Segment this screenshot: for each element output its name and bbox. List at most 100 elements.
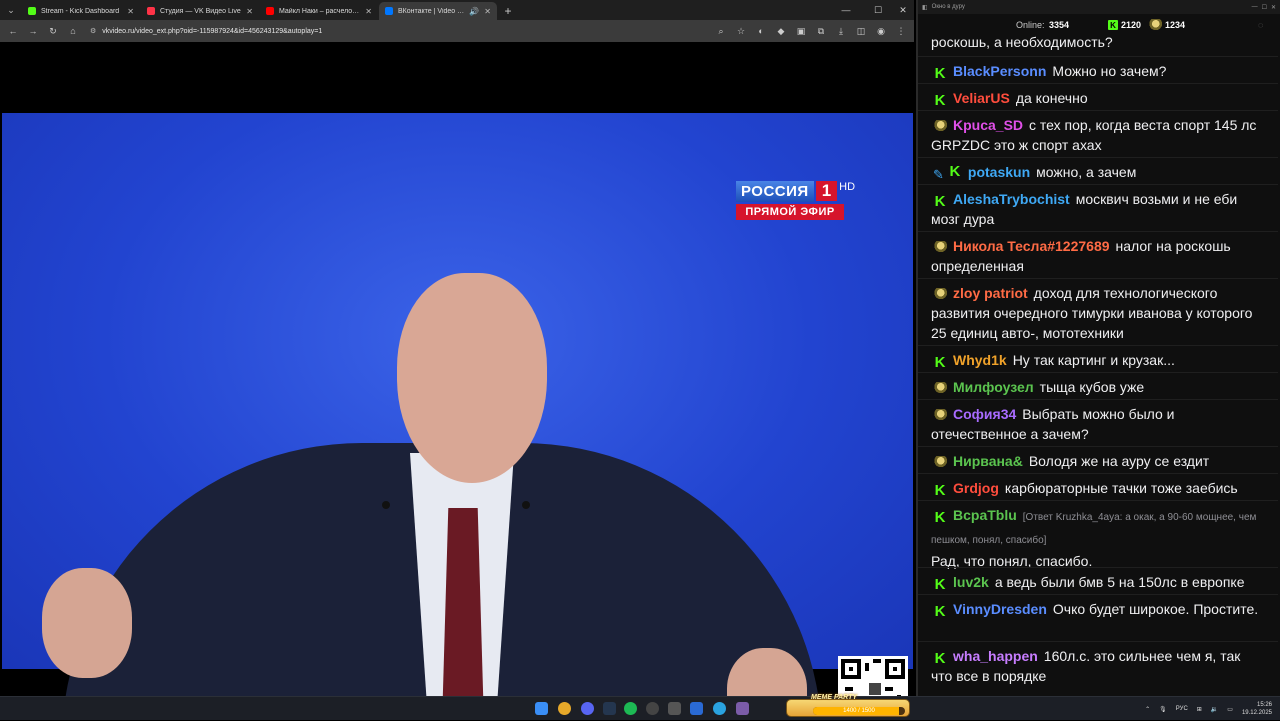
clock[interactable]: 15:26 19.12.2025 bbox=[1242, 701, 1272, 717]
tab-youtube[interactable]: Майкл Наки – расчеловечивание ✕ bbox=[260, 2, 378, 20]
user-badges bbox=[933, 241, 947, 253]
lapel-mic-icon bbox=[522, 501, 530, 509]
chat-message-text: Ну так картинг и крузак... bbox=[1012, 352, 1175, 368]
chat-message: Милфоузел тыща кубов уже bbox=[918, 372, 1278, 401]
chat-username[interactable]: Никола Тесла#1227689 bbox=[953, 238, 1110, 254]
meme-party-widget[interactable]: MEME PARTY 1400 / 1500 bbox=[786, 694, 910, 717]
tab-list-button[interactable]: ⌄ bbox=[0, 0, 22, 20]
audio-icon[interactable]: 🔊 bbox=[469, 7, 479, 16]
user-badges: K bbox=[933, 603, 947, 620]
close-icon[interactable]: ✕ bbox=[1271, 4, 1276, 11]
chat-username[interactable]: BlackPersonn bbox=[953, 63, 1046, 79]
clock-date: 19.12.2025 bbox=[1241, 710, 1272, 716]
youtube-favicon-icon bbox=[266, 7, 274, 15]
chat-stats-bar: Online: 3354 K 2120 1234 ◌ bbox=[918, 14, 1280, 36]
mic-icon[interactable]: 🎙 bbox=[1159, 706, 1167, 713]
tab-vk-studio[interactable]: Студия — VK Видео Live ✕ bbox=[141, 2, 259, 20]
download-icon[interactable]: ⤓ bbox=[832, 22, 850, 40]
telegram-icon[interactable] bbox=[713, 702, 726, 715]
close-tab-icon[interactable]: ✕ bbox=[246, 7, 253, 16]
extensions-puzzle-icon[interactable]: ⧉ bbox=[812, 22, 830, 40]
split-view-icon[interactable]: ◫ bbox=[852, 22, 870, 40]
spotify-icon[interactable] bbox=[624, 702, 637, 715]
start-icon[interactable] bbox=[535, 702, 548, 715]
chat-username[interactable]: AleshaTrybochist bbox=[953, 191, 1070, 207]
battery-icon[interactable]: ▭ bbox=[1227, 706, 1233, 713]
chat-username[interactable]: potaskun bbox=[968, 164, 1030, 180]
lapel-mic-icon bbox=[382, 501, 390, 509]
kick-badge-icon: K bbox=[933, 603, 947, 620]
chat-username[interactable]: luv2k bbox=[953, 574, 989, 590]
chat-username[interactable]: VinnyDresden bbox=[953, 601, 1047, 617]
settings-icon[interactable]: ◌ bbox=[1258, 20, 1263, 30]
chat-username[interactable]: Whyd1k bbox=[953, 352, 1007, 368]
meme-party-progress: 1400 / 1500 bbox=[813, 707, 905, 715]
kick-badge-icon: K bbox=[933, 482, 947, 499]
menu-icon[interactable]: ⋮ bbox=[892, 22, 910, 40]
chat-username[interactable]: VeliarUS bbox=[953, 90, 1010, 106]
user-badges bbox=[933, 382, 947, 394]
chat-username[interactable]: Милфоузел bbox=[953, 379, 1034, 395]
kick-badge-icon: K bbox=[933, 650, 947, 667]
chat-message-text: Володя же на ауру се ездит bbox=[1028, 453, 1210, 469]
video-player[interactable]: РОССИЯ 1 HD ПРЯМОЙ ЭФИР bbox=[0, 43, 914, 696]
volume-icon[interactable]: 🔉 bbox=[1211, 706, 1218, 713]
maximize-button[interactable]: ☐ bbox=[865, 0, 891, 20]
tab-kick-dashboard[interactable]: Stream - Kick Dashboard ✕ bbox=[22, 2, 140, 20]
close-window-button[interactable]: ✕ bbox=[890, 0, 916, 20]
chat-message: Kpuca_SD с тех пор, когда веста спорт 145… bbox=[918, 110, 1278, 159]
chat-username[interactable]: Grdjog bbox=[953, 480, 999, 496]
obs-icon[interactable] bbox=[646, 702, 659, 715]
chat-message-list[interactable]: роскошь, а необходимость? K BlackPersonn М… bbox=[918, 36, 1280, 696]
user-badges: K bbox=[933, 354, 947, 371]
speaker-head bbox=[397, 273, 547, 483]
extension-icon[interactable]: ◆ bbox=[772, 22, 790, 40]
kick-badge-icon: K bbox=[947, 163, 962, 180]
chat-titlebar: ◧ Окно в дуру — ☐ ✕ bbox=[918, 0, 1280, 14]
chat-username[interactable]: Нирвана& bbox=[953, 453, 1023, 469]
speaker-tie bbox=[442, 508, 484, 696]
tab-title: Stream - Kick Dashboard bbox=[41, 7, 120, 15]
site-info-icon[interactable]: ⚙ bbox=[90, 27, 96, 35]
close-tab-icon[interactable]: ✕ bbox=[484, 7, 491, 16]
window-icon: ◧ bbox=[922, 4, 928, 11]
bookmark-star-icon[interactable]: ☆ bbox=[732, 22, 750, 40]
steam-icon[interactable] bbox=[603, 702, 616, 715]
new-tab-button[interactable]: + bbox=[498, 2, 518, 20]
chat-username[interactable]: BcpaTblu bbox=[953, 507, 1017, 523]
address-bar[interactable]: ⚙ vkvideo.ru/video_ext.php?oid=-11598792… bbox=[90, 23, 704, 39]
kick-badge-icon: K bbox=[933, 65, 947, 82]
language-indicator[interactable]: РУС bbox=[1176, 706, 1188, 712]
chat-message: zloy patriot доход для технологического р… bbox=[918, 278, 1278, 347]
extension-icon[interactable]: ◐ bbox=[752, 22, 770, 40]
clock-time: 15:26 bbox=[1256, 702, 1272, 708]
app-icon[interactable] bbox=[668, 702, 681, 715]
minimize-button[interactable]: — bbox=[833, 0, 859, 20]
chat-message: K Grdjog карбюраторные тачки тоже заебись bbox=[918, 473, 1278, 502]
chat-username[interactable]: wha_happen bbox=[953, 648, 1038, 664]
search-icon[interactable]: ⌕ bbox=[712, 22, 730, 40]
reload-icon[interactable]: ↻ bbox=[44, 22, 62, 40]
chat-username[interactable]: Kpuca_SD bbox=[953, 117, 1023, 133]
close-tab-icon[interactable]: ✕ bbox=[127, 7, 134, 16]
chevron-up-icon[interactable]: ⌃ bbox=[1145, 706, 1150, 713]
chat-username[interactable]: София34 bbox=[953, 406, 1016, 422]
chrome-icon[interactable] bbox=[558, 702, 571, 715]
forward-icon[interactable]: → bbox=[24, 22, 42, 40]
discord-icon[interactable] bbox=[581, 702, 594, 715]
emote-icon bbox=[1148, 19, 1162, 31]
app-icon[interactable] bbox=[736, 702, 749, 715]
minimize-icon[interactable]: — bbox=[1252, 4, 1258, 10]
chat-message: K AleshaTrybochist москвич возьми и не еби… bbox=[918, 184, 1278, 233]
close-tab-icon[interactable]: ✕ bbox=[365, 7, 372, 16]
maximize-icon[interactable]: ☐ bbox=[1262, 4, 1267, 11]
home-icon[interactable]: ⌂ bbox=[64, 22, 82, 40]
app-icon[interactable] bbox=[690, 702, 703, 715]
chat-username[interactable]: zloy patriot bbox=[953, 285, 1028, 301]
network-icon[interactable]: ⊞ bbox=[1197, 706, 1202, 713]
profile-icon[interactable]: ◉ bbox=[872, 22, 890, 40]
back-icon[interactable]: ← bbox=[4, 22, 22, 40]
extension-icon[interactable]: ▣ bbox=[792, 22, 810, 40]
user-badges bbox=[933, 288, 947, 300]
tab-vk-video-ext[interactable]: ВКонтакте | Video Ext 🔊 ✕ bbox=[379, 2, 497, 20]
